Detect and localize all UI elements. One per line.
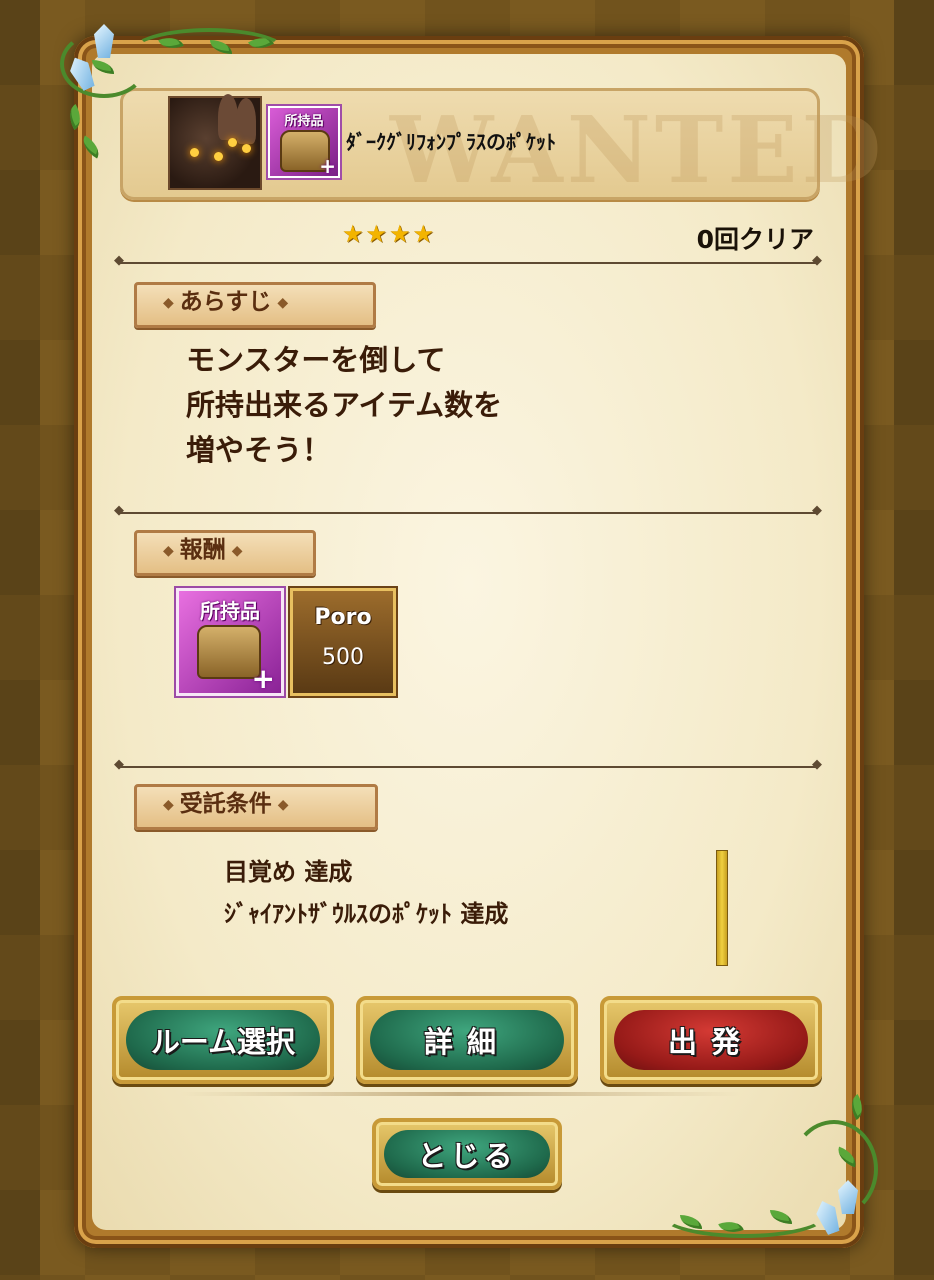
- synopsis-line: 増やそう！: [186, 433, 332, 467]
- divider: [114, 757, 822, 772]
- reward-pocket-item[interactable]: 所持品 +: [176, 588, 284, 696]
- plus-icon: +: [319, 154, 336, 178]
- conditions-scrollbar[interactable]: [716, 850, 728, 966]
- divider: [114, 253, 822, 268]
- poro-label: Poro: [314, 605, 372, 630]
- quest-header: WANTED 所持品 + ﾀﾞｰｸｸﾞﾘﾌｫﾝﾌﾟﾗｽのﾎﾟｹｯﾄ: [120, 88, 881, 204]
- poro-amount: 500: [322, 645, 364, 670]
- depart-button[interactable]: 出発: [600, 996, 822, 1084]
- quest-title: ﾀﾞｰｸｸﾞﾘﾌｫﾝﾌﾟﾗｽのﾎﾟｹｯﾄ: [346, 130, 556, 154]
- condition-item: ｼﾞｬｲｱﾝﾄｻﾞｳﾙｽのﾎﾟｹｯﾄ 達成: [224, 900, 509, 928]
- monster-icon: [168, 94, 262, 190]
- synopsis-line: 所持出来るアイテム数を: [186, 388, 503, 422]
- details-button[interactable]: 詳細: [356, 996, 578, 1084]
- room-select-button[interactable]: ルーム選択: [112, 996, 334, 1084]
- reward-section-label: ◆ 報酬 ◆: [134, 530, 316, 576]
- clear-count: 0回クリア: [696, 225, 814, 254]
- reward-poro[interactable]: Poro 500: [290, 588, 396, 696]
- item-pocket-label: 所持品: [284, 114, 324, 129]
- plus-icon: +: [251, 662, 275, 695]
- close-button[interactable]: とじる: [372, 1118, 562, 1190]
- synopsis-section-label: ◆ あらすじ ◆: [134, 282, 376, 328]
- synopsis-line: モンスターを倒して: [186, 343, 446, 377]
- conditions-section-label: ◆ 受託条件 ◆: [134, 784, 378, 830]
- item-pocket-icon: 所持品 +: [268, 106, 340, 178]
- separator: [180, 1092, 740, 1096]
- divider: [114, 503, 822, 518]
- condition-item: 目覚め 達成: [224, 858, 353, 886]
- synopsis-text: モンスターを倒して 所持出来るアイテム数を 増やそう！: [186, 338, 502, 473]
- difficulty-stars: ★★★★: [342, 220, 437, 248]
- reward-item-label: 所持品: [200, 599, 260, 623]
